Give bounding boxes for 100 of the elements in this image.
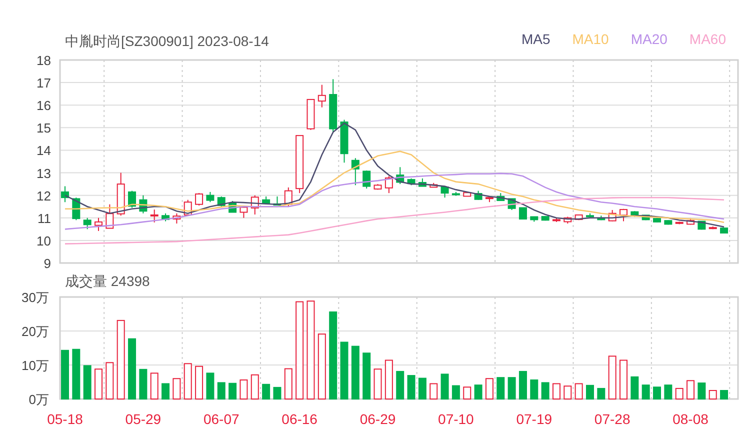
axis-label: 05-18 <box>47 411 83 427</box>
volume-bar <box>564 386 572 400</box>
axis-label: 10 <box>36 233 51 248</box>
volume-bar <box>184 363 192 400</box>
axis-label: 07-19 <box>516 411 552 427</box>
candlestick <box>262 196 270 205</box>
axis-label: 10万 <box>22 358 49 373</box>
volume-bar <box>128 338 136 400</box>
volume-bar <box>106 362 114 400</box>
volume-bar <box>586 384 594 400</box>
candlestick <box>83 217 92 230</box>
volume-bar <box>284 368 292 400</box>
volume-bar <box>574 383 583 400</box>
volume-bar <box>530 379 538 400</box>
volume-bar <box>407 375 416 400</box>
candlestick <box>430 182 438 188</box>
volume-bar <box>664 384 672 400</box>
volume-bar <box>597 388 606 400</box>
volume-bar <box>430 383 438 400</box>
candlestick <box>374 184 382 190</box>
volume-bar <box>720 390 728 400</box>
volume-bar <box>440 374 449 400</box>
axis-label: 9 <box>44 256 51 270</box>
candlestick <box>463 191 472 197</box>
axis-label: 06-07 <box>203 411 240 427</box>
volume-bar <box>61 350 69 400</box>
candlestick <box>440 186 449 198</box>
volume-bar <box>240 379 248 400</box>
candlestick <box>608 210 616 222</box>
axis-label: 06-16 <box>282 411 318 427</box>
volume-bar <box>83 365 92 400</box>
volume-bar <box>362 352 371 400</box>
candlestick <box>384 176 393 194</box>
candlestick <box>139 194 148 214</box>
candlestick <box>340 119 348 164</box>
volume-bar <box>384 360 393 400</box>
candlestick <box>128 190 136 208</box>
candlestick <box>630 210 639 218</box>
volume-bar <box>620 360 628 400</box>
candlestick <box>351 158 360 186</box>
volume-bar <box>262 384 270 400</box>
axis-label: 17 <box>36 76 51 91</box>
volume-bar <box>463 386 472 400</box>
volume-bar <box>351 346 360 400</box>
axis-label: 16 <box>36 98 51 114</box>
axis-label: 06-29 <box>360 411 396 427</box>
candlestick <box>172 212 181 224</box>
volume-bar <box>653 386 661 400</box>
candlestick <box>106 204 114 229</box>
volume-bar <box>250 374 259 400</box>
volume-title: 成交量 24398 <box>65 272 150 291</box>
axis-label: 08-08 <box>672 411 708 427</box>
volume-bar <box>452 385 460 400</box>
volume-bar <box>518 370 527 400</box>
volume-bar <box>418 378 426 400</box>
candlestick <box>306 98 315 130</box>
volume-bar <box>228 382 237 400</box>
candlestick <box>296 135 304 194</box>
candlestick <box>396 166 404 185</box>
candlestick <box>61 186 69 203</box>
volume-bar <box>72 348 80 400</box>
legend-label: MA60 <box>689 30 726 49</box>
volume-bar <box>318 334 326 400</box>
candlestick <box>273 196 282 206</box>
axis-label: 18 <box>36 53 51 68</box>
volume-bar <box>340 342 348 400</box>
candlestick <box>708 226 717 230</box>
axis-label: 15 <box>36 120 51 136</box>
volume-bar <box>217 382 226 400</box>
volume-bar <box>94 368 102 400</box>
candlestick <box>407 178 416 186</box>
candlestick <box>686 218 695 226</box>
volume-bar <box>172 378 181 400</box>
volume-bar <box>273 386 282 400</box>
axis-label: 07-10 <box>438 411 474 427</box>
volume-bar <box>206 372 214 400</box>
candlestick <box>329 78 338 133</box>
candlestick <box>240 204 248 218</box>
candlestick <box>642 214 650 221</box>
volume-bar <box>552 383 560 400</box>
volume-bar <box>508 377 516 400</box>
axis-label: 12 <box>36 188 51 204</box>
volume-bar <box>195 366 204 400</box>
volume-bar <box>374 368 382 400</box>
candlestick <box>541 216 550 222</box>
candlestick <box>496 192 505 202</box>
candlestick <box>586 212 594 218</box>
legend-label: MA5 <box>521 30 550 49</box>
candlestick <box>116 172 125 216</box>
candlestick <box>250 194 259 215</box>
axis-label: 30万 <box>22 292 49 305</box>
volume-bar <box>150 372 158 400</box>
volume-bar <box>708 390 717 400</box>
volume-bar <box>162 383 170 400</box>
volume-bar <box>139 368 148 400</box>
candlestick <box>653 217 661 223</box>
candlestick <box>418 178 426 187</box>
chart-title: 中胤时尚[SZ300901] 2023-08-14 <box>65 32 269 51</box>
candlestick <box>195 192 204 206</box>
candlestick <box>597 215 606 221</box>
